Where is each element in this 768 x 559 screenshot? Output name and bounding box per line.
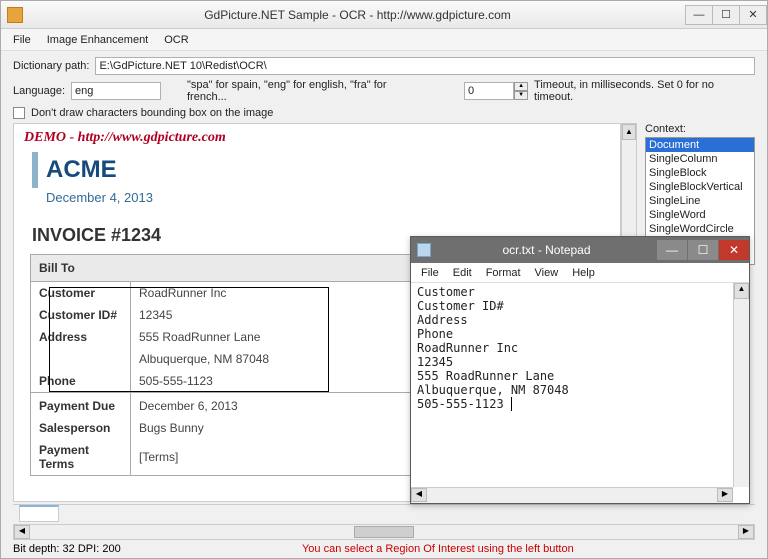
dpi-label: DPI: [78,543,99,555]
context-label: Context: [645,123,755,135]
company-name: ACME [46,156,117,184]
bit-depth-value: 32 [63,543,75,555]
notepad-icon [417,243,431,257]
invoice-date: December 4, 2013 [14,190,620,215]
notepad-window[interactable]: ocr.txt - Notepad — ☐ ✕ File Edit Format… [410,236,750,504]
language-hint: "spa" for spain, "eng" for english, "fra… [187,79,428,103]
menu-ocr[interactable]: OCR [156,32,196,48]
scroll-up-icon[interactable]: ▲ [622,124,636,140]
context-item-singleword[interactable]: SingleWord [646,208,754,222]
notepad-minimize-button[interactable]: — [657,240,687,260]
close-button[interactable]: ✕ [739,5,767,25]
menu-file[interactable]: File [5,32,39,48]
context-item-singleline[interactable]: SingleLine [646,194,754,208]
menu-image-enhancement[interactable]: Image Enhancement [39,32,157,48]
timeout-label: Timeout, in milliseconds. Set 0 for no t… [534,79,755,103]
config-panel: Dictionary path: Language: "spa" for spa… [1,51,767,123]
dpi-value: 200 [102,543,120,555]
scroll-right-icon[interactable]: ▶ [738,525,754,539]
viewer-hscroll[interactable]: ◀ ▶ [13,524,755,540]
notepad-close-button[interactable]: ✕ [719,240,749,260]
context-item-document[interactable]: Document [646,138,754,152]
dict-path-label: Dictionary path: [13,60,89,72]
np-menu-edit[interactable]: Edit [447,266,478,280]
language-input[interactable] [71,82,161,100]
maximize-button[interactable]: ☐ [712,5,740,25]
menubar: File Image Enhancement OCR [1,29,767,51]
minimize-button[interactable]: — [685,5,713,25]
status-hint: You can select a Region Of Interest usin… [121,543,755,555]
titlebar[interactable]: GdPicture.NET Sample - OCR - http://www.… [1,1,767,29]
timeout-spin-up[interactable]: ▲ [514,82,528,91]
np-scroll-up-icon[interactable]: ▲ [734,283,749,299]
np-scroll-right-icon[interactable]: ▶ [717,488,733,502]
bit-depth-label: Bit depth: [13,543,59,555]
np-menu-file[interactable]: File [415,266,445,280]
bounding-box-checkbox[interactable] [13,107,25,119]
logo-rule [32,152,38,188]
np-menu-view[interactable]: View [529,266,565,280]
notepad-textarea[interactable]: Customer Customer ID# Address Phone Road… [411,283,749,503]
notepad-maximize-button[interactable]: ☐ [688,240,718,260]
window-title: GdPicture.NET Sample - OCR - http://www.… [29,8,686,22]
demo-watermark: DEMO - http://www.gdpicture.com [14,124,620,146]
notepad-menubar: File Edit Format View Help [411,263,749,283]
bounding-box-label: Don't draw characters bounding box on th… [31,107,273,119]
timeout-spin-down[interactable]: ▼ [514,91,528,100]
statusbar: Bit depth: 32 DPI: 200 You can select a … [1,540,767,558]
notepad-vscroll[interactable]: ▲ [733,283,749,487]
np-menu-help[interactable]: Help [566,266,601,280]
context-item-singleblock[interactable]: SingleBlock [646,166,754,180]
context-item-singleblockvertical[interactable]: SingleBlockVertical [646,180,754,194]
page-tabstrip [13,504,755,522]
bill-to-header: Bill To [31,255,453,282]
app-icon [7,7,23,23]
np-scroll-left-icon[interactable]: ◀ [411,488,427,502]
scroll-left-icon[interactable]: ◀ [14,525,30,539]
hscroll-thumb[interactable] [354,526,414,538]
timeout-input[interactable] [464,82,514,100]
np-menu-format[interactable]: Format [480,266,527,280]
context-item-singlewordcircle[interactable]: SingleWordCircle [646,222,754,236]
notepad-hscroll[interactable]: ◀▶ [411,487,733,503]
context-item-singlecolumn[interactable]: SingleColumn [646,152,754,166]
notepad-titlebar[interactable]: ocr.txt - Notepad — ☐ ✕ [411,237,749,263]
notepad-title: ocr.txt - Notepad [437,243,656,257]
page-tab[interactable] [19,505,59,522]
language-label: Language: [13,85,65,97]
dict-path-input[interactable] [95,57,755,75]
